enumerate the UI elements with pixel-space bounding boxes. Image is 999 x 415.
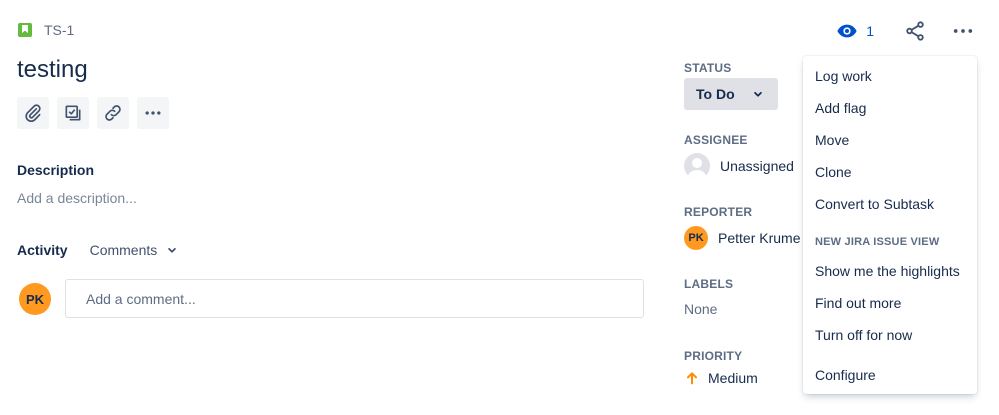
unassigned-avatar-icon — [684, 153, 710, 179]
activity-heading: Activity — [17, 242, 68, 258]
attach-button[interactable] — [17, 97, 49, 129]
avatar: PK — [19, 283, 51, 315]
activity-filter-value: Comments — [89, 242, 158, 258]
arrow-up-icon — [687, 372, 697, 385]
issue-key-label[interactable]: TS-1 — [44, 22, 74, 38]
menu-item-find-out-more[interactable]: Find out more — [815, 295, 901, 311]
share-button[interactable] — [904, 20, 926, 42]
priority-field[interactable]: Medium — [684, 370, 758, 386]
assignee-value: Unassigned — [720, 158, 794, 174]
more-button[interactable] — [952, 20, 974, 42]
activity-filter-select[interactable]: Comments — [90, 242, 180, 258]
header-actions: 1 — [836, 20, 974, 42]
chevron-down-icon — [753, 91, 762, 97]
priority-label: PRIORITY — [684, 349, 743, 363]
menu-item-log-work[interactable]: Log work — [815, 68, 872, 84]
activity-section: Activity Comments — [17, 242, 179, 258]
quick-actions — [17, 97, 169, 129]
comment-input[interactable]: Add a comment... — [65, 279, 644, 318]
menu-section-heading: NEW JIRA ISSUE VIEW — [815, 236, 940, 248]
menu-item-move[interactable]: Move — [815, 132, 849, 148]
status-button[interactable]: To Do — [684, 78, 778, 110]
share-icon — [906, 21, 924, 41]
watch-button[interactable]: 1 — [836, 20, 874, 42]
menu-item-turn-off[interactable]: Turn off for now — [815, 327, 912, 343]
more-actions-menu: Log work Add flag Move Clone Convert to … — [803, 56, 977, 394]
menu-item-clone[interactable]: Clone — [815, 164, 852, 180]
assignee-label: ASSIGNEE — [684, 133, 748, 147]
paperclip-icon — [25, 104, 41, 123]
labels-label: LABELS — [684, 277, 734, 291]
labels-value[interactable]: None — [684, 301, 717, 317]
issue-title[interactable]: testing — [17, 56, 88, 84]
description-field[interactable]: Add a description... — [17, 190, 137, 206]
chevron-down-icon — [168, 247, 177, 253]
description-heading: Description — [17, 162, 95, 178]
menu-item-convert-to-subtask[interactable]: Convert to Subtask — [815, 196, 934, 212]
reporter-field[interactable]: PK Petter Krume — [684, 226, 800, 250]
assignee-field[interactable]: Unassigned — [684, 153, 794, 179]
status-label: STATUS — [684, 61, 732, 75]
menu-item-configure[interactable]: Configure — [815, 367, 876, 383]
link-icon — [105, 105, 121, 121]
more-icon — [953, 29, 973, 33]
avatar: PK — [684, 226, 708, 250]
menu-item-show-highlights[interactable]: Show me the highlights — [815, 263, 960, 279]
more-icon — [145, 111, 161, 115]
link-issue-button[interactable] — [97, 97, 129, 129]
more-actions-button[interactable] — [137, 97, 169, 129]
watch-count: 1 — [866, 23, 874, 39]
priority-value: Medium — [708, 370, 758, 386]
story-icon — [18, 23, 32, 37]
status-value: To Do — [696, 86, 735, 102]
reporter-value: Petter Krume — [718, 230, 801, 246]
reporter-label: REPORTER — [684, 205, 753, 219]
create-subtask-button[interactable] — [57, 97, 89, 129]
subtask-icon — [65, 105, 81, 121]
issue-key[interactable]: TS-1 — [18, 22, 74, 38]
eye-icon — [837, 24, 857, 38]
menu-item-add-flag[interactable]: Add flag — [815, 100, 866, 116]
